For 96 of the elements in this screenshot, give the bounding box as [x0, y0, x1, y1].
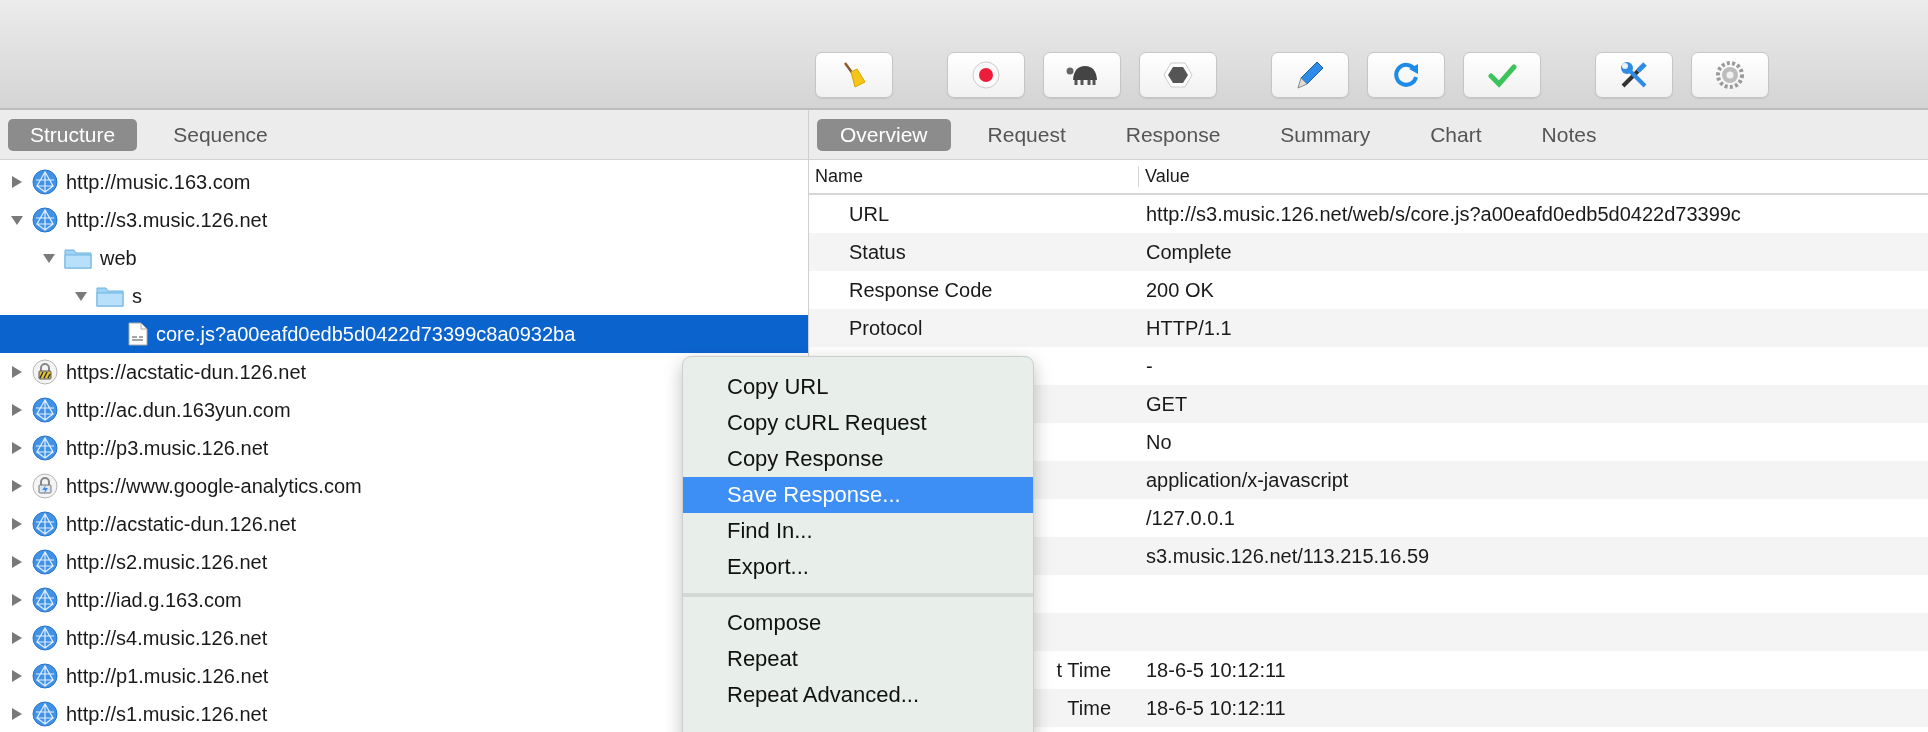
expand-arrow-icon[interactable] — [10, 479, 24, 493]
property-value: Complete — [1146, 240, 1232, 263]
tab[interactable]: Request — [964, 118, 1089, 151]
gear-button[interactable] — [1691, 52, 1769, 98]
pen-icon — [1295, 60, 1325, 90]
property-value: - — [1146, 354, 1153, 377]
tree-label: http://p3.music.126.net — [66, 436, 269, 460]
globe-icon — [32, 435, 58, 461]
expand-arrow-icon[interactable] — [10, 593, 24, 607]
menu-item[interactable]: Copy URL — [683, 369, 1033, 405]
pen-button[interactable] — [1271, 52, 1349, 98]
menu-item[interactable]: Export... — [683, 549, 1033, 585]
tools-button[interactable] — [1595, 52, 1673, 98]
file-icon — [128, 322, 148, 346]
menu-item[interactable]: Copy Response — [683, 441, 1033, 477]
property-value: 200 OK — [1146, 278, 1214, 301]
turtle-button[interactable] — [1043, 52, 1121, 98]
globe-icon — [32, 207, 58, 233]
menu-item[interactable]: Compose — [683, 605, 1033, 641]
property-value: s3.music.126.net/113.215.16.59 — [1146, 544, 1430, 567]
tree-label: http://p1.music.126.net — [66, 664, 269, 688]
property-value: No — [1146, 430, 1172, 453]
globe-icon — [32, 169, 58, 195]
tree-row[interactable]: core.js?a00eafd0edb5d0422d73399c8a0932ba — [0, 315, 808, 353]
tab[interactable]: Chart — [1407, 118, 1505, 151]
menu-item[interactable]: Copy cURL Request — [683, 405, 1033, 441]
tree-row[interactable]: http://music.163.com — [0, 163, 808, 201]
globe-icon — [32, 511, 58, 537]
globe-icon — [32, 397, 58, 423]
tree-label: http://s3.music.126.net — [66, 208, 268, 232]
menu-item[interactable]: Repeat Advanced... — [683, 677, 1033, 713]
record-icon — [971, 60, 1001, 90]
expand-arrow-icon[interactable] — [10, 707, 24, 721]
property-value: GET — [1146, 392, 1188, 415]
property-name: Status — [849, 240, 906, 263]
property-value: 18-6-5 10:12:11 — [1146, 696, 1286, 719]
expand-arrow-icon[interactable] — [10, 669, 24, 683]
hexagon-icon — [1163, 60, 1193, 90]
globe-icon — [32, 625, 58, 651]
check-button[interactable] — [1463, 52, 1541, 98]
property-value: 18-6-5 10:12:11 — [1146, 658, 1286, 681]
tree-label: https://acstatic-dun.126.net — [66, 360, 307, 384]
refresh-button[interactable] — [1367, 52, 1445, 98]
tree-label: http://s4.music.126.net — [66, 626, 268, 650]
tree-label: http://s1.music.126.net — [66, 702, 268, 726]
expand-arrow-icon[interactable] — [10, 441, 24, 455]
tree-row[interactable]: web — [0, 239, 808, 277]
lock-lightning-icon — [32, 473, 58, 499]
expand-arrow-icon[interactable] — [10, 175, 24, 189]
collapse-arrow-icon[interactable] — [42, 251, 56, 265]
gear-icon — [1715, 60, 1745, 90]
tree-label: http://music.163.com — [66, 170, 251, 194]
globe-icon — [32, 587, 58, 613]
globe-icon — [32, 701, 58, 727]
tree-label: http://iad.g.163.com — [66, 588, 242, 612]
tab[interactable]: Response — [1102, 118, 1244, 151]
lock-icon — [32, 359, 58, 385]
menu-item[interactable]: Repeat — [683, 641, 1033, 677]
expand-arrow-icon[interactable] — [10, 555, 24, 569]
collapse-arrow-icon[interactable] — [10, 213, 24, 227]
column-header[interactable]: Value — [1139, 166, 1190, 187]
folder-icon — [96, 284, 124, 308]
record-button[interactable] — [947, 52, 1025, 98]
property-value: http://s3.music.126.net/web/s/core.js?a00eafd0edb5d0422d73399c — [1146, 202, 1741, 225]
property-name: Response Code — [849, 278, 993, 301]
tree-label: http://ac.dun.163yun.com — [66, 398, 291, 422]
expand-arrow-icon[interactable] — [10, 403, 24, 417]
menu-item[interactable]: Find In... — [683, 513, 1033, 549]
column-header[interactable]: Name — [809, 166, 1139, 187]
tree-label: https://www.google-analytics.com — [66, 474, 362, 498]
refresh-icon — [1391, 60, 1421, 90]
tab[interactable]: Notes — [1518, 118, 1620, 151]
globe-icon — [32, 549, 58, 575]
stop-button[interactable] — [1139, 52, 1217, 98]
tree-label: web — [100, 246, 137, 270]
tab[interactable]: Sequence — [151, 118, 290, 151]
expand-arrow-icon[interactable] — [10, 517, 24, 531]
property-value: /127.0.0.1 — [1146, 506, 1235, 529]
property-value: application/x-javascript — [1146, 468, 1349, 491]
tree-row[interactable]: http://s3.music.126.net — [0, 201, 808, 239]
property-name: URL — [849, 202, 889, 225]
tree-label: s — [132, 284, 142, 308]
folder-icon — [64, 246, 92, 270]
property-name: Time — [1067, 696, 1111, 720]
tab[interactable]: Summary — [1257, 118, 1394, 151]
tree-row[interactable]: s — [0, 277, 808, 315]
property-name: Protocol — [849, 316, 923, 339]
tree-label: http://s2.music.126.net — [66, 550, 268, 574]
collapse-arrow-icon[interactable] — [74, 289, 88, 303]
expand-arrow-icon[interactable] — [10, 365, 24, 379]
tree-label: core.js?a00eafd0edb5d0422d73399c8a0932ba — [156, 322, 576, 346]
property-value: HTTP/1.1 — [1146, 316, 1232, 339]
property-name: t Time — [1056, 658, 1111, 682]
expand-arrow-icon[interactable] — [10, 631, 24, 645]
globe-icon — [32, 663, 58, 689]
tree-label: http://acstatic-dun.126.net — [66, 512, 297, 536]
